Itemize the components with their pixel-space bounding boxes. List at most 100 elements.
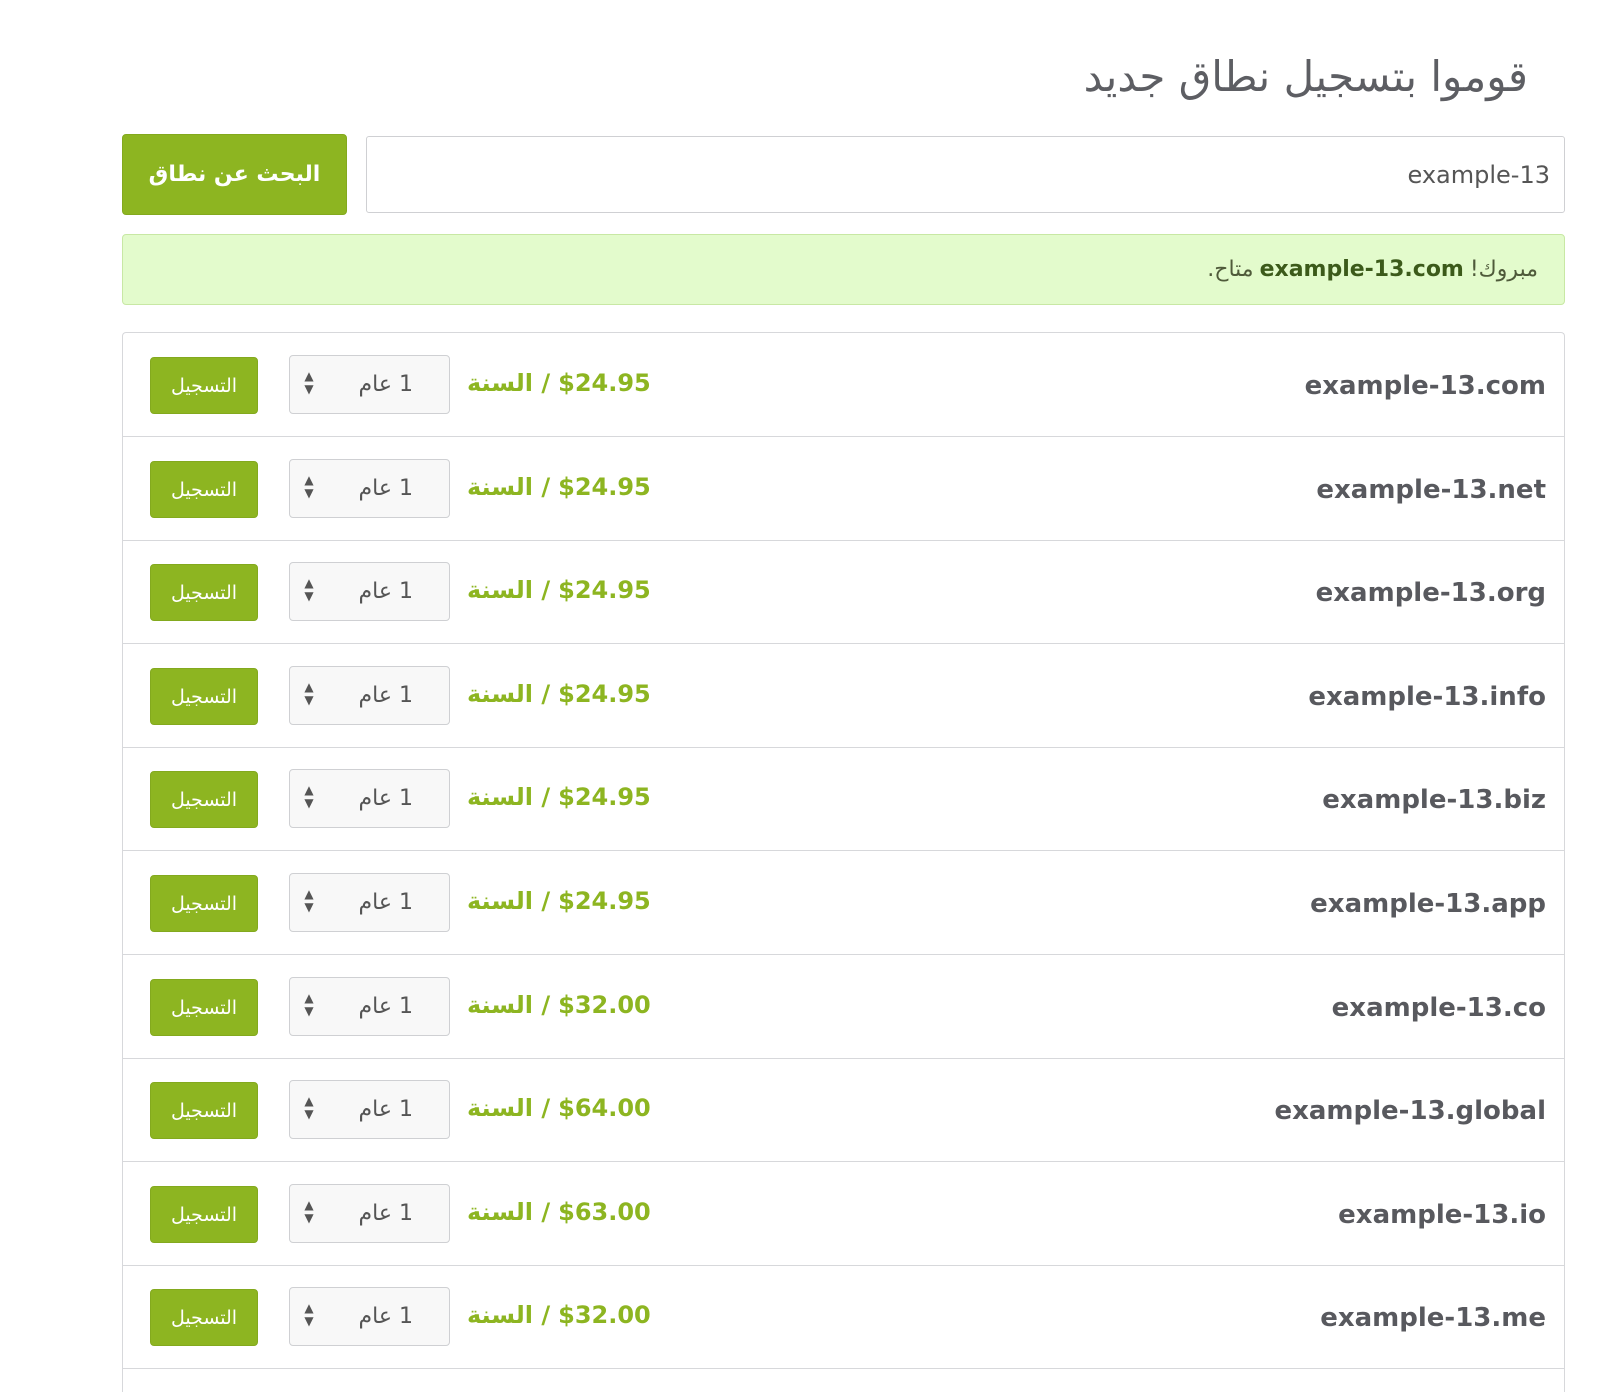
price-unit: / السنة (467, 887, 551, 915)
term-select[interactable]: ▲ ▼ 1 عام (289, 1080, 450, 1139)
term-select[interactable]: ▲ ▼ 1 عام (289, 1287, 450, 1346)
price-amount: $63.00 (558, 1198, 651, 1226)
register-button[interactable]: التسجيل (150, 1082, 258, 1139)
select-arrows-icon: ▲ ▼ (304, 1094, 314, 1121)
search-domain-button[interactable]: البحث عن نطاق (122, 134, 347, 215)
price-amount: $64.00 (558, 1094, 651, 1122)
price-unit: / السنة (467, 369, 551, 397)
domain-name: example-13.biz (1322, 784, 1546, 815)
select-arrows-icon: ▲ ▼ (304, 887, 314, 914)
price-amount: $24.95 (558, 576, 651, 604)
domain-registration-page: قوموا بتسجيل نطاق جديد البحث عن نطاق مبر… (0, 0, 1604, 1392)
domain-name: example-13.co (1331, 992, 1546, 1023)
alert-suffix: متاح. (1207, 257, 1254, 282)
term-select[interactable]: ▲ ▼ 1 عام (289, 769, 450, 828)
domain-price: $24.95/ السنة (467, 437, 651, 537)
register-button[interactable]: التسجيل (150, 1289, 258, 1346)
domain-name: example-13.io (1338, 1199, 1546, 1230)
term-value: 1 عام (358, 579, 413, 604)
term-value: 1 عام (358, 372, 413, 397)
select-arrows-icon: ▲ ▼ (304, 369, 314, 396)
register-button[interactable]: التسجيل (150, 564, 258, 621)
alert-prefix: مبروك! (1469, 257, 1538, 282)
price-amount: $24.95 (558, 887, 651, 915)
domain-price: $24.95/ السنة (467, 333, 651, 433)
domain-result-row: example-13.global $64.00/ السنة ▲ ▼ 1 عام الت… (123, 1058, 1564, 1162)
term-select[interactable]: ▲ ▼ 1 عام (289, 873, 450, 932)
register-button[interactable]: التسجيل (150, 357, 258, 414)
price-amount: $24.95 (558, 369, 651, 397)
term-value: 1 عام (358, 1201, 413, 1226)
price-unit: / السنة (467, 1094, 551, 1122)
domain-price: $24.95/ السنة (467, 747, 651, 847)
domain-result-row: example-13.biz $24.95/ السنة ▲ ▼ 1 عام التسجي… (123, 747, 1564, 851)
domain-result-row: example-13.app $24.95/ السنة ▲ ▼ 1 عام التسجي… (123, 851, 1564, 955)
domain-result-row: example-13.io $63.00/ السنة ▲ ▼ 1 عام التسجيل (123, 1162, 1564, 1266)
availability-alert: مبروك! example-13.com متاح. (122, 234, 1565, 305)
term-value: 1 عام (358, 786, 413, 811)
register-button[interactable]: التسجيل (150, 771, 258, 828)
price-amount: $24.95 (558, 783, 651, 811)
domain-name: example-13.net (1316, 474, 1546, 505)
select-arrows-icon: ▲ ▼ (304, 1301, 314, 1328)
term-select[interactable]: ▲ ▼ 1 عام (289, 459, 450, 518)
domain-result-row: example-13.co $32.00/ السنة ▲ ▼ 1 عام التسجيل (123, 955, 1564, 1059)
price-unit: / السنة (467, 991, 551, 1019)
domain-price: $24.95/ السنة (467, 851, 651, 951)
term-value: 1 عام (358, 683, 413, 708)
domain-result-row: example-13.net $24.95/ السنة ▲ ▼ 1 عام التسجي… (123, 437, 1564, 541)
term-select[interactable]: ▲ ▼ 1 عام (289, 977, 450, 1036)
domain-search-input[interactable] (366, 136, 1565, 213)
register-button[interactable]: التسجيل (150, 461, 258, 518)
register-button[interactable]: التسجيل (150, 668, 258, 725)
domain-name: example-13.global (1274, 1095, 1546, 1126)
price-unit: / السنة (467, 680, 551, 708)
domain-result-row: example-13.com $24.95/ السنة ▲ ▼ 1 عام التسجي… (123, 333, 1564, 437)
domain-price: $24.95/ السنة (467, 644, 651, 744)
domain-name: example-13.me (1320, 1302, 1546, 1333)
domain-price: $63.00/ السنة (467, 1162, 651, 1262)
domain-price: $64.00/ السنة (467, 1058, 651, 1158)
price-unit: / السنة (467, 1198, 551, 1226)
domain-result-row: example-13.me $32.00/ السنة ▲ ▼ 1 عام التسجيل (123, 1265, 1564, 1369)
domain-results-list: example-13.com $24.95/ السنة ▲ ▼ 1 عام التسجي… (122, 332, 1565, 1392)
price-unit: / السنة (467, 473, 551, 501)
price-amount: $24.95 (558, 473, 651, 501)
register-button[interactable]: التسجيل (150, 1186, 258, 1243)
select-arrows-icon: ▲ ▼ (304, 680, 314, 707)
term-value: 1 عام (358, 1304, 413, 1329)
price-unit: / السنة (467, 1301, 551, 1329)
domain-name: example-13.app (1310, 888, 1546, 919)
select-arrows-icon: ▲ ▼ (304, 783, 314, 810)
select-arrows-icon: ▲ ▼ (304, 991, 314, 1018)
term-value: 1 عام (358, 476, 413, 501)
term-value: 1 عام (358, 994, 413, 1019)
price-unit: / السنة (467, 576, 551, 604)
select-arrows-icon: ▲ ▼ (304, 473, 314, 500)
term-select[interactable]: ▲ ▼ 1 عام (289, 562, 450, 621)
price-amount: $24.95 (558, 680, 651, 708)
domain-result-row: example-13.org $24.95/ السنة ▲ ▼ 1 عام التسجي… (123, 540, 1564, 644)
price-amount: $32.00 (558, 991, 651, 1019)
term-select[interactable]: ▲ ▼ 1 عام (289, 1184, 450, 1243)
domain-price: $24.95/ السنة (467, 540, 651, 640)
select-arrows-icon: ▲ ▼ (304, 576, 314, 603)
domain-name: example-13.com (1304, 370, 1546, 401)
domain-result-row: example-13.info $24.95/ السنة ▲ ▼ 1 عام التسج… (123, 644, 1564, 748)
register-button[interactable]: التسجيل (150, 979, 258, 1036)
price-amount: $32.00 (558, 1301, 651, 1329)
term-select[interactable]: ▲ ▼ 1 عام (289, 355, 450, 414)
domain-name: example-13.org (1315, 577, 1546, 608)
search-row: البحث عن نطاق (122, 134, 1565, 215)
term-select[interactable]: ▲ ▼ 1 عام (289, 666, 450, 725)
term-value: 1 عام (358, 1097, 413, 1122)
domain-price: $32.00/ السنة (467, 1265, 651, 1365)
term-value: 1 عام (358, 890, 413, 915)
page-title: قوموا بتسجيل نطاق جديد (1083, 52, 1528, 101)
price-unit: / السنة (467, 783, 551, 811)
select-arrows-icon: ▲ ▼ (304, 1198, 314, 1225)
register-button[interactable]: التسجيل (150, 875, 258, 932)
alert-domain: example-13.com (1259, 257, 1464, 282)
domain-price: $32.00/ السنة (467, 955, 651, 1055)
domain-name: example-13.info (1308, 681, 1546, 712)
